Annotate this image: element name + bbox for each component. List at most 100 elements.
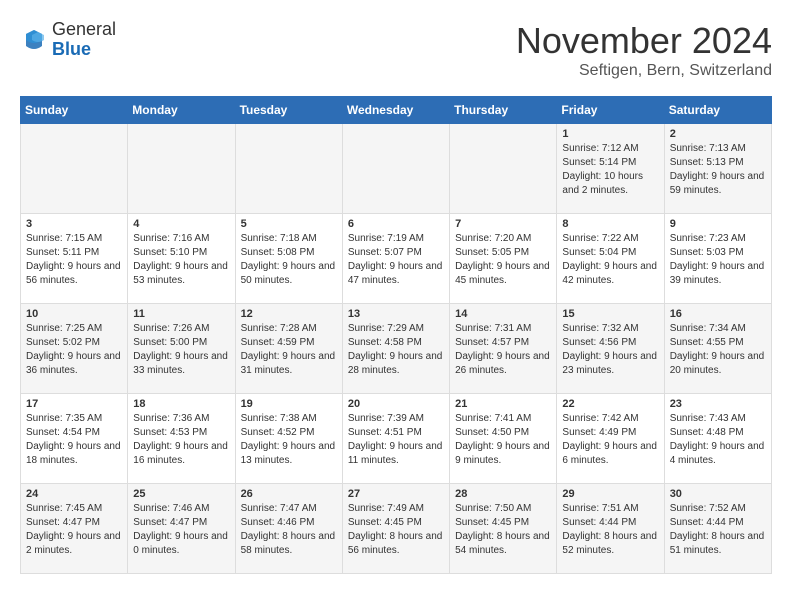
calendar-cell [450, 124, 557, 214]
day-number: 28 [455, 488, 551, 500]
day-number: 25 [133, 488, 229, 500]
day-number: 11 [133, 308, 229, 320]
day-number: 30 [670, 488, 766, 500]
calendar-cell [128, 124, 235, 214]
week-row-3: 10 Sunrise: 7:25 AM Sunset: 5:02 PM Dayli… [21, 304, 772, 394]
day-info: Sunrise: 7:50 AM Sunset: 4:45 PM Dayligh… [455, 502, 551, 558]
day-info: Sunrise: 7:35 AM Sunset: 4:54 PM Dayligh… [26, 412, 122, 468]
day-info: Sunrise: 7:47 AM Sunset: 4:46 PM Dayligh… [241, 502, 337, 558]
day-number: 1 [562, 128, 658, 140]
day-number: 17 [26, 398, 122, 410]
day-info: Sunrise: 7:38 AM Sunset: 4:52 PM Dayligh… [241, 412, 337, 468]
header-wednesday: Wednesday [342, 97, 449, 124]
day-info: Sunrise: 7:22 AM Sunset: 5:04 PM Dayligh… [562, 232, 658, 288]
day-info: Sunrise: 7:13 AM Sunset: 5:13 PM Dayligh… [670, 142, 766, 198]
day-info: Sunrise: 7:32 AM Sunset: 4:56 PM Dayligh… [562, 322, 658, 378]
calendar-cell: 4Sunrise: 7:16 AM Sunset: 5:10 PM Daylig… [128, 214, 235, 304]
calendar-cell: 3 Sunrise: 7:15 AM Sunset: 5:11 PM Daylig… [21, 214, 128, 304]
calendar-cell: 8 Sunrise: 7:22 AM Sunset: 5:04 PM Daylig… [557, 214, 664, 304]
day-info: Sunrise: 7:26 AM Sunset: 5:00 PM Dayligh… [133, 322, 229, 378]
header-tuesday: Tuesday [235, 97, 342, 124]
day-number: 22 [562, 398, 658, 410]
header-sunday: Sunday [21, 97, 128, 124]
day-info: Sunrise: 7:42 AM Sunset: 4:49 PM Dayligh… [562, 412, 658, 468]
logo-blue: Blue [52, 39, 91, 59]
day-number: 18 [133, 398, 229, 410]
calendar-cell: 13 Sunrise: 7:29 AM Sunset: 4:58 PM Dayli… [342, 304, 449, 394]
day-info: Sunrise: 7:46 AM Sunset: 4:47 PM Dayligh… [133, 502, 229, 558]
calendar-cell: 19 Sunrise: 7:38 AM Sunset: 4:52 PM Dayli… [235, 394, 342, 484]
calendar-cell: 24Sunrise: 7:45 AM Sunset: 4:47 PM Dayli… [21, 484, 128, 574]
calendar-cell: 1 Sunrise: 7:12 AM Sunset: 5:14 PM Daylig… [557, 124, 664, 214]
day-info: Sunrise: 7:45 AM Sunset: 4:47 PM Dayligh… [26, 502, 122, 558]
day-number: 14 [455, 308, 551, 320]
logo: General Blue [20, 20, 116, 60]
header-saturday: Saturday [664, 97, 771, 124]
day-info: Sunrise: 7:12 AM Sunset: 5:14 PM Dayligh… [562, 142, 658, 198]
day-info: Sunrise: 7:36 AM Sunset: 4:53 PM Dayligh… [133, 412, 229, 468]
calendar-cell: 17 Sunrise: 7:35 AM Sunset: 4:54 PM Dayli… [21, 394, 128, 484]
calendar-cell: 25 Sunrise: 7:46 AM Sunset: 4:47 PM Dayli… [128, 484, 235, 574]
day-number: 21 [455, 398, 551, 410]
calendar-cell: 26 Sunrise: 7:47 AM Sunset: 4:46 PM Dayli… [235, 484, 342, 574]
week-row-2: 3 Sunrise: 7:15 AM Sunset: 5:11 PM Daylig… [21, 214, 772, 304]
day-info: Sunrise: 7:16 AM Sunset: 5:10 PM Dayligh… [133, 232, 229, 288]
calendar-cell: 14Sunrise: 7:31 AM Sunset: 4:57 PM Dayli… [450, 304, 557, 394]
day-number: 7 [455, 218, 551, 230]
day-number: 10 [26, 308, 122, 320]
week-row-5: 24Sunrise: 7:45 AM Sunset: 4:47 PM Dayli… [21, 484, 772, 574]
day-info: Sunrise: 7:49 AM Sunset: 4:45 PM Dayligh… [348, 502, 444, 558]
calendar-cell: 12Sunrise: 7:28 AM Sunset: 4:59 PM Dayli… [235, 304, 342, 394]
week-row-4: 17 Sunrise: 7:35 AM Sunset: 4:54 PM Dayli… [21, 394, 772, 484]
day-number: 19 [241, 398, 337, 410]
day-info: Sunrise: 7:34 AM Sunset: 4:55 PM Dayligh… [670, 322, 766, 378]
calendar-cell: 10 Sunrise: 7:25 AM Sunset: 5:02 PM Dayli… [21, 304, 128, 394]
logo-general: General [52, 19, 116, 39]
day-info: Sunrise: 7:52 AM Sunset: 4:44 PM Dayligh… [670, 502, 766, 558]
calendar-cell: 18 Sunrise: 7:36 AM Sunset: 4:53 PM Dayli… [128, 394, 235, 484]
logo-icon [20, 26, 48, 54]
day-info: Sunrise: 7:41 AM Sunset: 4:50 PM Dayligh… [455, 412, 551, 468]
day-info: Sunrise: 7:25 AM Sunset: 5:02 PM Dayligh… [26, 322, 122, 378]
day-number: 8 [562, 218, 658, 230]
calendar-cell: 22 Sunrise: 7:42 AM Sunset: 4:49 PM Dayli… [557, 394, 664, 484]
calendar-cell: 23Sunrise: 7:43 AM Sunset: 4:48 PM Dayli… [664, 394, 771, 484]
day-number: 13 [348, 308, 444, 320]
day-info: Sunrise: 7:19 AM Sunset: 5:07 PM Dayligh… [348, 232, 444, 288]
header-friday: Friday [557, 97, 664, 124]
calendar-cell [342, 124, 449, 214]
day-number: 29 [562, 488, 658, 500]
day-info: Sunrise: 7:23 AM Sunset: 5:03 PM Dayligh… [670, 232, 766, 288]
calendar-cell: 15 Sunrise: 7:32 AM Sunset: 4:56 PM Dayli… [557, 304, 664, 394]
day-number: 6 [348, 218, 444, 230]
day-number: 9 [670, 218, 766, 230]
day-number: 15 [562, 308, 658, 320]
day-info: Sunrise: 7:15 AM Sunset: 5:11 PM Dayligh… [26, 232, 122, 288]
day-number: 26 [241, 488, 337, 500]
page-header: General Blue November 2024 Seftigen, Ber… [20, 20, 772, 80]
day-number: 23 [670, 398, 766, 410]
day-info: Sunrise: 7:20 AM Sunset: 5:05 PM Dayligh… [455, 232, 551, 288]
day-number: 3 [26, 218, 122, 230]
calendar-cell: 5Sunrise: 7:18 AM Sunset: 5:08 PM Daylig… [235, 214, 342, 304]
title-block: November 2024 Seftigen, Bern, Switzerlan… [516, 20, 772, 80]
calendar-cell: 28 Sunrise: 7:50 AM Sunset: 4:45 PM Dayli… [450, 484, 557, 574]
day-number: 16 [670, 308, 766, 320]
calendar-table: SundayMondayTuesdayWednesdayThursdayFrid… [20, 96, 772, 574]
day-number: 20 [348, 398, 444, 410]
calendar-cell: 6 Sunrise: 7:19 AM Sunset: 5:07 PM Daylig… [342, 214, 449, 304]
calendar-cell: 21 Sunrise: 7:41 AM Sunset: 4:50 PM Dayli… [450, 394, 557, 484]
header-thursday: Thursday [450, 97, 557, 124]
calendar-cell: 20Sunrise: 7:39 AM Sunset: 4:51 PM Dayli… [342, 394, 449, 484]
main-title: November 2024 [516, 20, 772, 62]
day-info: Sunrise: 7:51 AM Sunset: 4:44 PM Dayligh… [562, 502, 658, 558]
calendar-cell: 7 Sunrise: 7:20 AM Sunset: 5:05 PM Daylig… [450, 214, 557, 304]
calendar-header-row: SundayMondayTuesdayWednesdayThursdayFrid… [21, 97, 772, 124]
calendar-cell [21, 124, 128, 214]
calendar-cell: 11 Sunrise: 7:26 AM Sunset: 5:00 PM Dayli… [128, 304, 235, 394]
day-number: 2 [670, 128, 766, 140]
calendar-cell [235, 124, 342, 214]
calendar-cell: 9 Sunrise: 7:23 AM Sunset: 5:03 PM Daylig… [664, 214, 771, 304]
header-monday: Monday [128, 97, 235, 124]
day-info: Sunrise: 7:29 AM Sunset: 4:58 PM Dayligh… [348, 322, 444, 378]
